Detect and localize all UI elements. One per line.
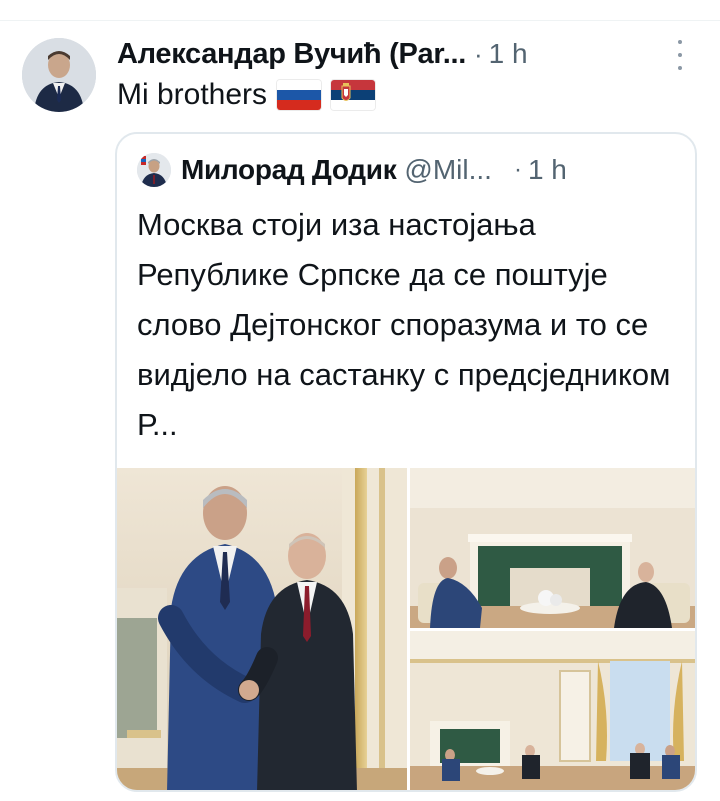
- photo-meeting-fireplace[interactable]: [410, 468, 695, 628]
- tweet-time[interactable]: 1 h: [489, 38, 528, 70]
- photo-meeting-hall[interactable]: [410, 631, 695, 790]
- tweet-header: Александар Вучић (Par... · 1 h: [117, 34, 707, 74]
- quote-time: 1 h: [527, 154, 567, 185]
- quote-author-avatar[interactable]: [137, 153, 171, 187]
- serbia-flag-icon: [331, 80, 376, 110]
- quote-text: Москва стоји иза настојања Републике Срп…: [137, 207, 671, 442]
- tweet-text-content: Mi brothers: [117, 78, 268, 111]
- author-name[interactable]: Александар Вучић (Par...: [117, 38, 466, 71]
- photo-grid: [117, 468, 695, 790]
- top-divider: [0, 20, 720, 21]
- tweet-text: Mi brothers: [117, 78, 376, 112]
- quote-author-name[interactable]: Милорад Додик: [181, 154, 397, 186]
- russia-flag-icon: [277, 80, 322, 110]
- more-options-icon[interactable]: [670, 40, 690, 70]
- photo-handshake[interactable]: [117, 468, 407, 790]
- author-avatar[interactable]: [22, 38, 96, 112]
- quote-separator-dot: ·: [513, 156, 522, 183]
- quote-author-handle[interactable]: @Mil...: [404, 154, 492, 186]
- quoted-tweet-card[interactable]: Милорад Додик @Mil... · 1 h Москва стоји…: [115, 132, 697, 792]
- separator-dot: ·: [473, 38, 483, 69]
- quote-header: Милорад Додик @Mil... · 1 h: [137, 152, 567, 188]
